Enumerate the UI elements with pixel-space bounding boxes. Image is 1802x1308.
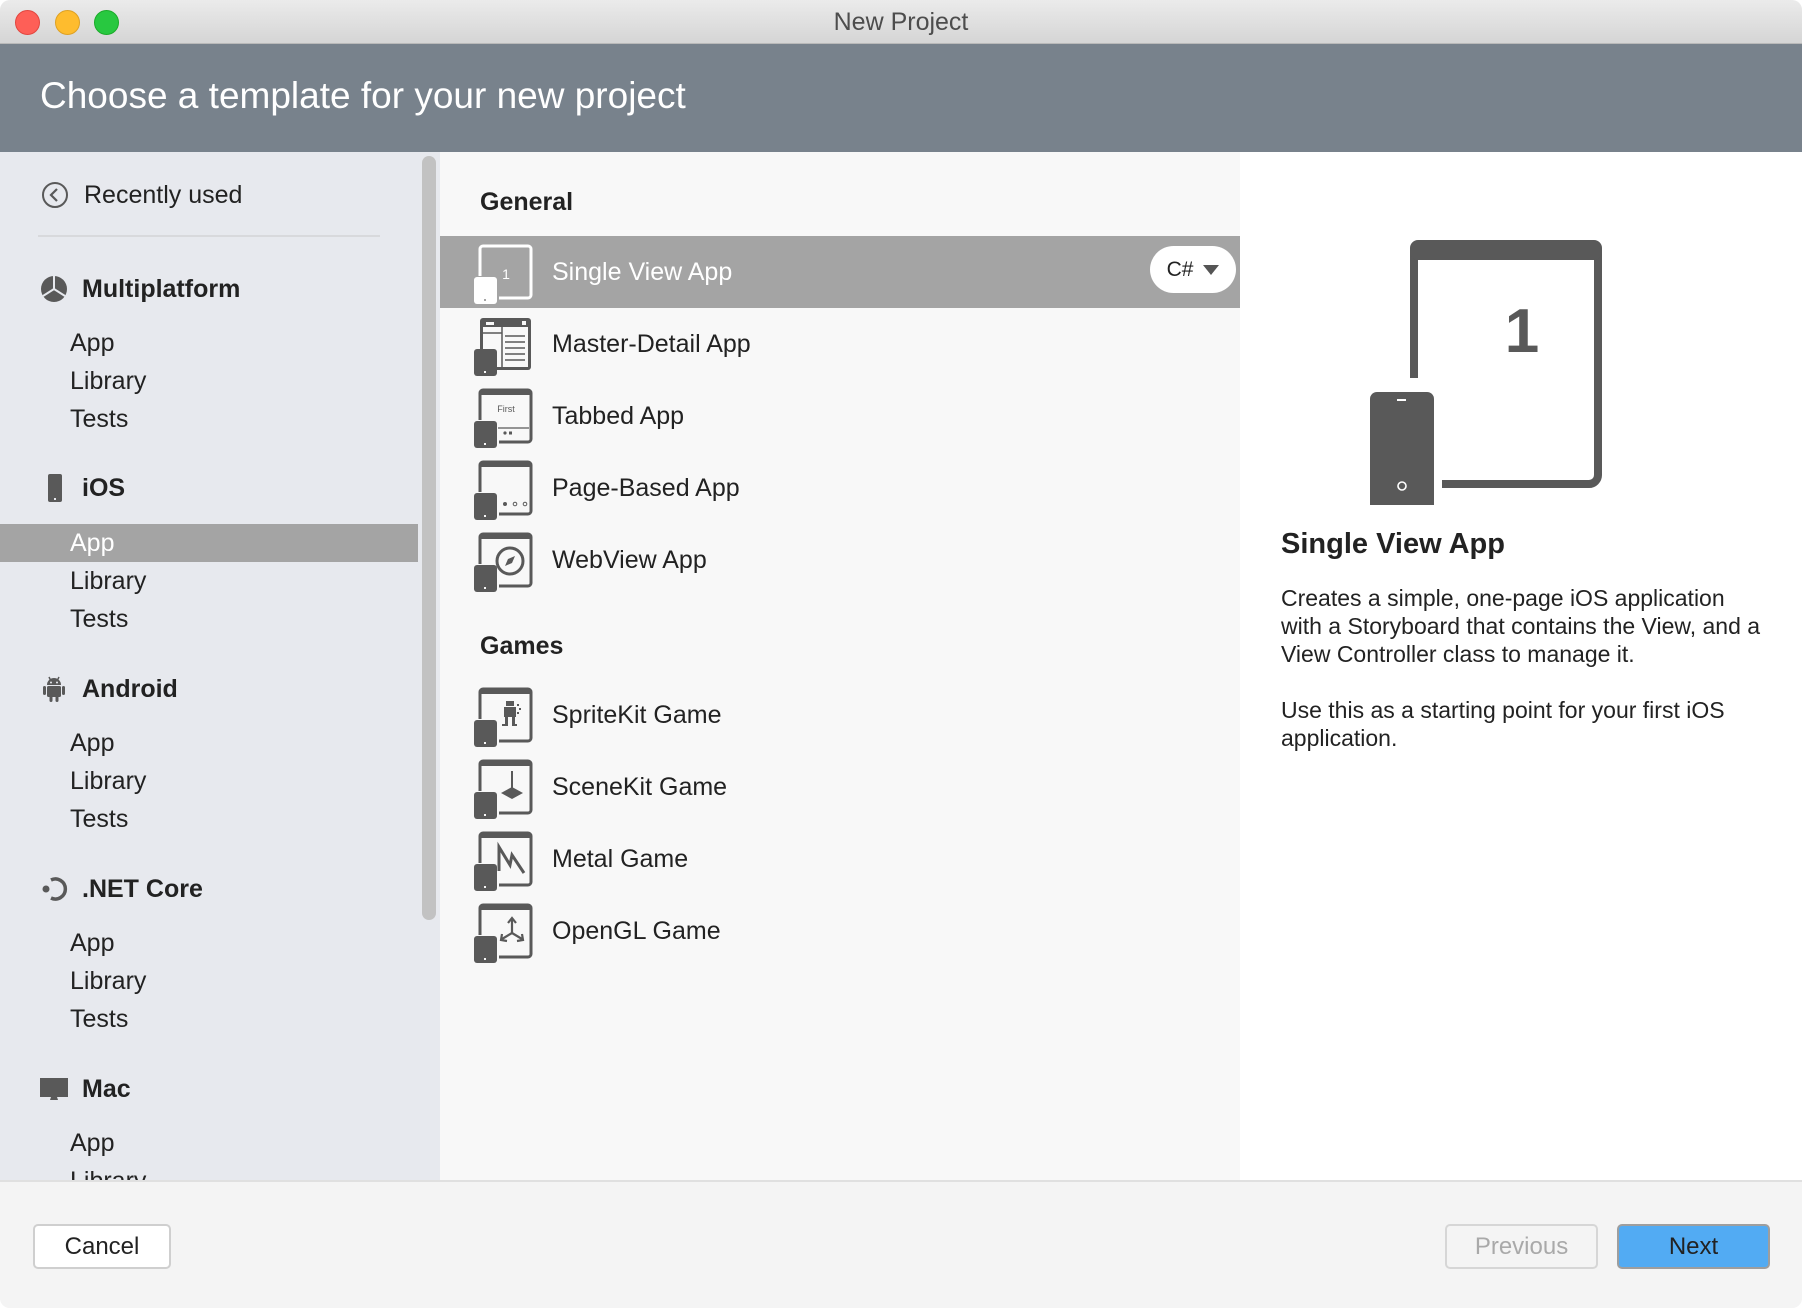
clock-back-icon xyxy=(42,182,68,208)
svg-text:1: 1 xyxy=(502,266,510,282)
template-label: Single View App xyxy=(552,257,733,286)
sidebar-item-dotnet-tests[interactable]: Tests xyxy=(0,1000,418,1038)
header-band: Choose a template for your new project xyxy=(0,44,1802,152)
template-master-detail-app[interactable]: Master-Detail App xyxy=(440,308,1240,380)
detail-description-paragraph: Creates a simple, one-page iOS applicati… xyxy=(1281,585,1761,667)
webview-app-icon xyxy=(474,532,533,592)
category-multiplatform[interactable]: Multiplatform xyxy=(38,271,240,307)
sidebar-item-ios-library[interactable]: Library xyxy=(0,562,418,600)
opengl-game-icon xyxy=(474,903,533,963)
scenekit-game-icon xyxy=(474,759,533,819)
tabbed-app-icon: First xyxy=(474,388,533,448)
template-label: SpriteKit Game xyxy=(552,700,722,729)
dialog-footer: Cancel Previous Next xyxy=(0,1180,1802,1308)
group-title-general: General xyxy=(480,188,574,216)
group-title-games: Games xyxy=(480,632,564,660)
category-label: Android xyxy=(82,674,178,703)
previous-button[interactable]: Previous xyxy=(1445,1224,1598,1269)
category-dotnet-core[interactable]: .NET Core xyxy=(38,871,203,907)
sidebar-item-mac-app[interactable]: App xyxy=(0,1124,418,1162)
language-value: C# xyxy=(1166,257,1194,281)
template-list: General 1 Single View App C# Master-Deta… xyxy=(440,152,1240,1180)
next-button[interactable]: Next xyxy=(1617,1224,1770,1269)
master-detail-app-icon xyxy=(474,318,531,376)
sidebar-item-multiplatform-tests[interactable]: Tests xyxy=(0,400,418,438)
sidebar-item-dotnet-app[interactable]: App xyxy=(0,924,418,962)
template-label: WebView App xyxy=(552,545,707,574)
single-view-app-icon: 1 xyxy=(474,244,533,304)
detail-description-paragraph: Use this as a starting point for your fi… xyxy=(1281,697,1725,751)
sidebar-item-mac-library[interactable]: Library xyxy=(0,1162,418,1180)
template-label: OpenGL Game xyxy=(552,916,721,945)
sidebar-item-dotnet-library[interactable]: Library xyxy=(0,962,418,1000)
template-tabbed-app[interactable]: First Tabbed App xyxy=(440,380,1240,452)
sidebar-item-android-library[interactable]: Library xyxy=(0,762,418,800)
android-icon xyxy=(38,673,70,705)
sidebar-item-android-tests[interactable]: Tests xyxy=(0,800,418,838)
template-scenekit-game[interactable]: SceneKit Game xyxy=(440,751,1240,823)
dotnet-core-icon xyxy=(38,873,70,905)
template-label: Tabbed App xyxy=(552,401,685,430)
sidebar-item-recently-used[interactable]: Recently used xyxy=(41,178,242,212)
sidebar-item-ios-app[interactable]: App xyxy=(0,524,418,562)
window-title: New Project xyxy=(833,8,969,36)
svg-text:First: First xyxy=(497,404,515,414)
template-label: Master-Detail App xyxy=(552,329,751,358)
sidebar-item-android-app[interactable]: App xyxy=(0,724,418,762)
template-metal-game[interactable]: Metal Game xyxy=(440,823,1240,895)
category-android[interactable]: Android xyxy=(38,671,178,707)
multiplatform-icon xyxy=(38,273,70,305)
template-label: Page-Based App xyxy=(552,473,740,502)
cancel-button[interactable]: Cancel xyxy=(33,1224,171,1269)
template-webview-app[interactable]: WebView App xyxy=(440,524,1240,596)
category-label: Mac xyxy=(82,1074,131,1103)
category-sidebar: Recently used Multiplatform App Library … xyxy=(0,152,440,1180)
template-spritekit-game[interactable]: SpriteKit Game xyxy=(440,679,1240,751)
title-bar: New Project xyxy=(0,0,1802,44)
template-single-view-app[interactable]: 1 Single View App C# xyxy=(440,236,1240,308)
detail-description: Creates a simple, one-page iOS applicati… xyxy=(1281,584,1761,752)
template-opengl-game[interactable]: OpenGL Game xyxy=(440,895,1240,967)
single-view-preview-icon: 1 xyxy=(1370,240,1602,505)
sidebar-scrollbar[interactable] xyxy=(422,156,436,920)
category-label: iOS xyxy=(82,473,126,502)
sidebar-item-ios-tests[interactable]: Tests xyxy=(0,600,418,638)
template-label: SceneKit Game xyxy=(552,772,728,801)
template-detail-panel: 1 Single View App Creates a simple, one-… xyxy=(1240,152,1802,1180)
page-title: Choose a template for your new project xyxy=(40,75,686,116)
chevron-down-icon xyxy=(1203,264,1220,275)
category-label: .NET Core xyxy=(82,874,203,903)
sidebar-item-multiplatform-library[interactable]: Library xyxy=(0,362,418,400)
svg-text:1: 1 xyxy=(1505,297,1539,366)
page-based-app-icon xyxy=(474,460,533,520)
iphone-icon xyxy=(38,472,70,504)
spritekit-game-icon xyxy=(474,687,533,747)
category-ios[interactable]: iOS xyxy=(38,470,125,506)
category-mac[interactable]: Mac xyxy=(38,1071,131,1107)
category-label: Multiplatform xyxy=(82,274,241,303)
template-label: Metal Game xyxy=(552,844,689,873)
recently-used-label: Recently used xyxy=(84,180,243,209)
sidebar-divider xyxy=(38,235,380,237)
detail-title: Single View App xyxy=(1281,528,1505,560)
sidebar-item-multiplatform-app[interactable]: App xyxy=(0,324,418,362)
template-page-based-app[interactable]: Page-Based App xyxy=(440,452,1240,524)
metal-game-icon xyxy=(474,831,533,891)
new-project-window: New Project Choose a template for your n… xyxy=(0,0,1802,1308)
language-selector[interactable]: C# xyxy=(1150,246,1236,293)
monitor-icon xyxy=(38,1073,70,1105)
